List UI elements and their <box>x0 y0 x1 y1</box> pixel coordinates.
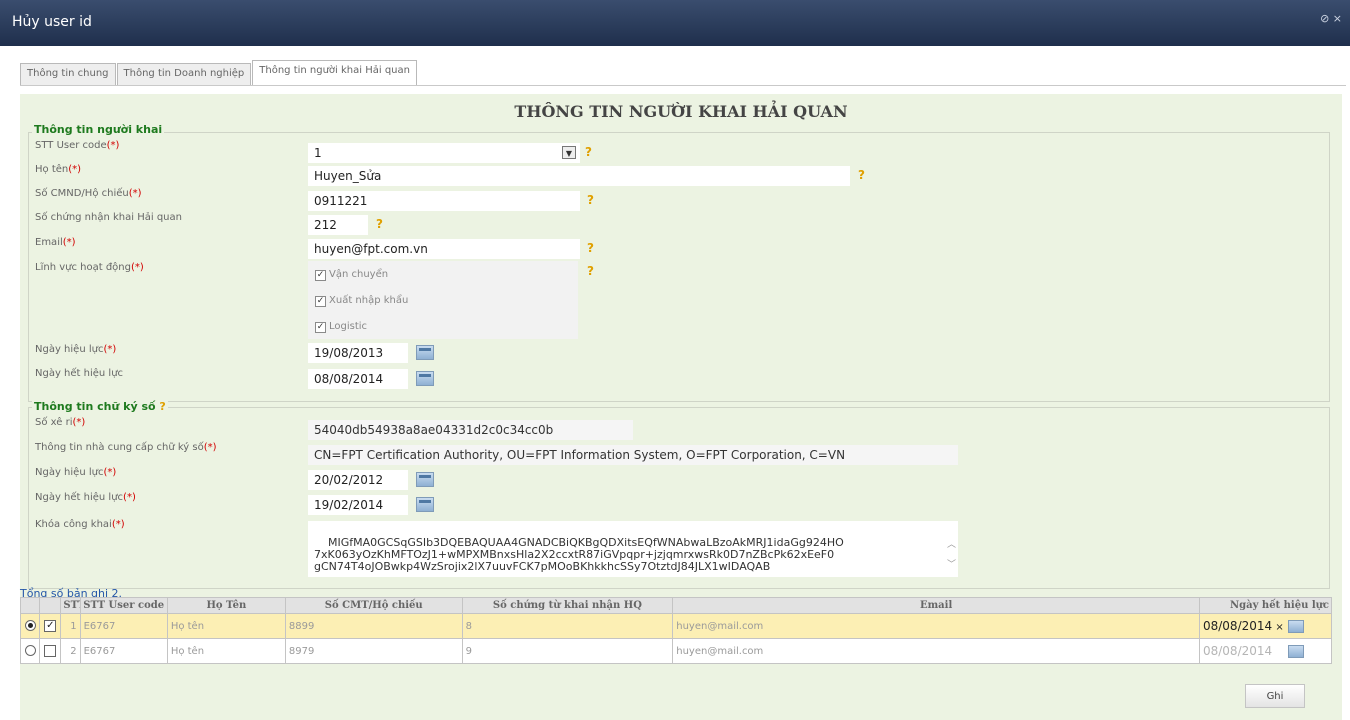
provider-value: CN=FPT Certification Authority, OU=FPT I… <box>308 445 958 465</box>
cell-id: 8979 <box>284 638 463 664</box>
calendar-icon[interactable] <box>416 371 434 386</box>
row-radio[interactable] <box>19 638 41 664</box>
cell-user-code: E6767 <box>79 638 168 664</box>
page-title: THÔNG TIN NGƯỜI KHAI HẢI QUAN <box>514 102 848 121</box>
records-table: STT STT User code Họ Tên Số CMT/Hộ chiếu… <box>19 597 1333 664</box>
col-header-doc[interactable]: Số chứng từ khai nhận HQ <box>461 597 674 614</box>
checkbox-logistic[interactable]: ✓ <box>315 322 326 333</box>
scroll-up-icon[interactable]: ︿ <box>947 539 956 551</box>
radio-selected-icon[interactable] <box>24 620 36 632</box>
checkbox-xuat-nhap-khau[interactable]: ✓ <box>315 296 326 307</box>
col-header-stt[interactable]: STT <box>60 597 81 614</box>
stt-user-code-label: STT User code(*) <box>35 140 120 151</box>
row-checkbox[interactable] <box>39 638 62 664</box>
checkbox-checked-icon[interactable]: ✓ <box>44 620 57 632</box>
col-header-id[interactable]: Số CMT/Hộ chiếu <box>284 597 463 614</box>
help-icon[interactable]: ? <box>587 264 594 278</box>
effective-date-label: Ngày hiệu lực(*) <box>35 344 117 355</box>
cell-doc: 8 <box>461 613 674 639</box>
stt-user-code-select[interactable]: 1 <box>308 143 580 163</box>
col-header-expiry[interactable]: Ngày hết hiệu lực <box>1198 597 1333 614</box>
table-header-row: STT STT User code Họ Tên Số CMT/Hộ chiếu… <box>19 597 1333 614</box>
col-header <box>39 597 62 614</box>
calendar-icon[interactable] <box>416 497 434 512</box>
tab-divider <box>20 85 1346 86</box>
window-title: Hủy user id <box>12 14 92 30</box>
cell-stt: 1 <box>60 613 81 639</box>
cell-doc: 9 <box>461 638 674 664</box>
declarant-legend: Thông tin người khai <box>32 123 165 136</box>
serial-value: 54040db54938a8ae04331d2c0c34cc0b <box>308 420 633 440</box>
col-header-name[interactable]: Họ Tên <box>166 597 286 614</box>
checkbox-label: Logistic <box>329 321 368 332</box>
expiry-date-input[interactable]: 08/08/2014 <box>1203 619 1272 633</box>
cell-expiry[interactable]: 08/08/2014 × <box>1198 613 1333 639</box>
col-header-user-code[interactable]: STT User code <box>79 597 168 614</box>
table-row[interactable]: 2 E6767 Họ tên 8979 9 huyen@mail.com 08/… <box>19 638 1333 664</box>
calendar-icon[interactable] <box>1287 620 1304 634</box>
provider-label: Thông tin nhà cung cấp chữ ký số(*) <box>35 442 217 453</box>
sig-effective-date-label: Ngày hiệu lực(*) <box>35 467 117 478</box>
sig-effective-date-input[interactable]: 20/02/2012 <box>308 470 408 490</box>
cert-number-input[interactable]: 212 <box>308 215 368 235</box>
expiry-date-label: Ngày hết hiệu lực <box>35 368 124 379</box>
field-of-activity-group: ✓ Vận chuyển ✓ Xuất nhập khẩu ✓ Logistic <box>308 261 578 339</box>
col-header-email[interactable]: Email <box>672 597 1200 614</box>
declarant-panel: THÔNG TIN NGƯỜI KHAI HẢI QUAN Thông tin … <box>19 94 1342 720</box>
sig-expiry-date-input[interactable]: 19/02/2014 <box>308 495 408 515</box>
help-icon[interactable]: ? <box>858 168 865 182</box>
row-checkbox[interactable]: ✓ <box>39 613 62 639</box>
window-titlebar: Hủy user id ⊘ × <box>0 0 1350 46</box>
field-of-activity-label: Lĩnh vực hoạt động(*) <box>35 262 144 273</box>
full-name-input[interactable]: Huyen_Sửa <box>308 166 850 186</box>
tab-bar: Thông tin chung Thông tin Doanh nghiệp T… <box>20 60 418 85</box>
sig-expiry-date-label: Ngày hết hiệu lực(*) <box>35 492 136 503</box>
checkbox-label: Vận chuyển <box>329 269 389 280</box>
help-icon[interactable]: ? <box>587 241 594 255</box>
public-key-textarea[interactable]: MIGfMA0GCSqGSIb3DQEBAQUAA4GNADCBiQKBgQDX… <box>308 521 958 577</box>
cell-user-code: E6767 <box>79 613 168 639</box>
radio-unselected-icon[interactable] <box>24 645 36 657</box>
clear-icon[interactable]: × <box>1275 622 1283 633</box>
window-controls-icon[interactable]: ⊘ × <box>1320 12 1342 25</box>
help-icon[interactable]: ? <box>585 145 592 159</box>
table-row[interactable]: ✓ 1 E6767 Họ tên 8899 8 huyen@mail.com 0… <box>19 613 1333 639</box>
expiry-date-input[interactable]: 08/08/2014 <box>1203 644 1272 658</box>
effective-date-input[interactable]: 19/08/2013 <box>308 343 408 363</box>
col-header <box>19 597 41 614</box>
help-icon[interactable]: ? <box>587 193 594 207</box>
cell-name: Họ tên <box>166 638 286 664</box>
tab-declarant-info[interactable]: Thông tin người khai Hải quan <box>252 60 417 85</box>
cell-id: 8899 <box>284 613 463 639</box>
expiry-date-input[interactable]: 08/08/2014 <box>308 369 408 389</box>
email-input[interactable]: huyen@fpt.com.vn <box>308 239 580 259</box>
cell-email: huyen@mail.com <box>672 613 1200 639</box>
signature-legend: Thông tin chữ ký số ? <box>32 400 168 413</box>
chevron-down-icon[interactable]: ▼ <box>562 146 576 159</box>
checkbox-unchecked-icon[interactable] <box>44 645 57 657</box>
full-name-label: Họ tên(*) <box>35 164 82 175</box>
calendar-icon[interactable] <box>416 345 434 360</box>
calendar-icon[interactable] <box>1288 645 1305 659</box>
cert-number-label: Số chứng nhận khai Hải quan <box>35 212 182 223</box>
save-button[interactable]: Ghi <box>1245 684 1305 708</box>
checkbox-van-chuyen[interactable]: ✓ <box>315 270 326 281</box>
help-icon[interactable]: ? <box>159 400 165 413</box>
checkbox-label: Xuất nhập khẩu <box>329 295 409 306</box>
serial-label: Số xê ri(*) <box>35 417 86 428</box>
help-icon[interactable]: ? <box>376 217 383 231</box>
email-label: Email(*) <box>35 237 76 248</box>
public-key-label: Khóa công khai(*) <box>35 519 125 530</box>
scroll-down-icon[interactable]: ﹀ <box>947 559 956 571</box>
id-number-label: Số CMND/Hộ chiếu(*) <box>35 188 142 199</box>
row-radio[interactable] <box>19 613 41 639</box>
id-number-input[interactable]: 0911221 <box>308 191 580 211</box>
cell-expiry[interactable]: 08/08/2014 <box>1198 638 1333 664</box>
tab-enterprise-info[interactable]: Thông tin Doanh nghiệp <box>116 63 252 85</box>
tab-general-info[interactable]: Thông tin chung <box>20 63 116 85</box>
cell-stt: 2 <box>60 638 81 664</box>
calendar-icon[interactable] <box>416 472 434 487</box>
cell-name: Họ tên <box>166 613 286 639</box>
cell-email: huyen@mail.com <box>672 638 1200 664</box>
